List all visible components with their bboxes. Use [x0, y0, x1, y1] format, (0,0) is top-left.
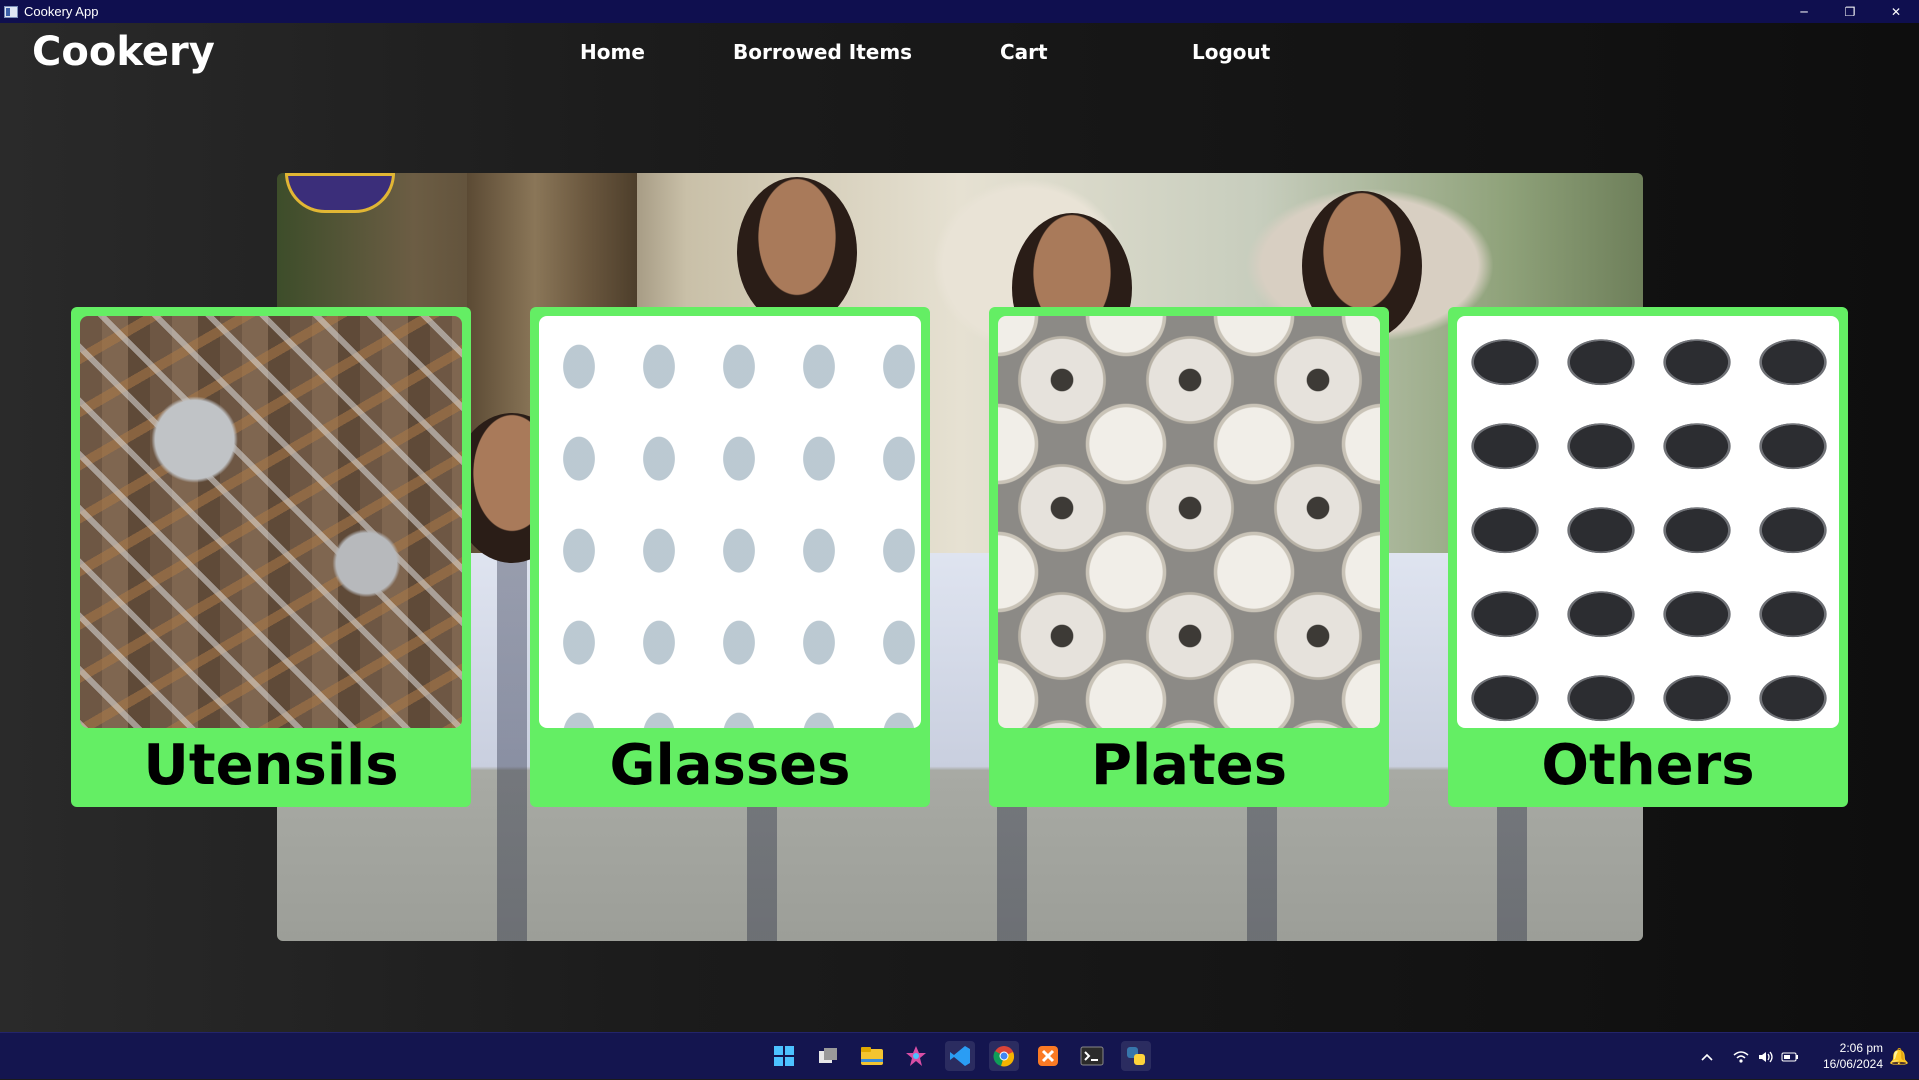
task-view-icon[interactable] — [813, 1041, 843, 1071]
category-card-plates[interactable]: Plates — [989, 307, 1389, 807]
nav-borrowed-items[interactable]: Borrowed Items — [733, 40, 912, 64]
hero-school-logo — [285, 173, 395, 213]
clock-time: 2:06 pm — [1839, 1041, 1883, 1055]
minimize-button[interactable]: ─ — [1781, 0, 1827, 23]
category-label: Plates — [1090, 733, 1288, 798]
utensils-image — [80, 316, 462, 728]
window-controls: ─ ❐ ✕ — [1781, 0, 1919, 23]
category-card-others[interactable]: Others — [1448, 307, 1848, 807]
taskbar: 2:06 pm 16/06/2024 🔔 — [0, 1032, 1919, 1079]
chrome-icon[interactable] — [989, 1041, 1019, 1071]
nav-logout[interactable]: Logout — [1192, 40, 1270, 64]
app-content: Cookery Home Borrowed Items Cart Logout … — [0, 23, 1919, 1032]
volume-icon[interactable] — [1757, 1033, 1775, 1080]
nav-home[interactable]: Home — [580, 40, 645, 64]
category-card-glasses[interactable]: Glasses — [530, 307, 930, 807]
hero-person — [737, 177, 857, 327]
notification-bell-icon[interactable]: 🔔 — [1889, 1047, 1909, 1066]
hero-chef-uniforms — [277, 553, 1643, 941]
window-titlebar: Cookery App ─ ❐ ✕ — [0, 0, 1919, 23]
system-clock[interactable]: 2:06 pm 16/06/2024 — [1823, 1040, 1883, 1072]
battery-icon[interactable] — [1781, 1033, 1799, 1080]
wifi-icon[interactable] — [1733, 1033, 1749, 1080]
show-hidden-icons-button[interactable] — [1700, 1033, 1714, 1080]
close-button[interactable]: ✕ — [1873, 0, 1919, 23]
restore-button[interactable]: ❐ — [1827, 0, 1873, 23]
category-label: Utensils — [143, 733, 399, 798]
window-title: Cookery App — [24, 4, 99, 19]
nav-cart[interactable]: Cart — [1000, 40, 1048, 64]
file-explorer-icon[interactable] — [857, 1041, 887, 1071]
glasses-image — [539, 316, 921, 728]
brand-logo: Cookery — [32, 29, 215, 75]
plates-image — [998, 316, 1380, 728]
cookware-image — [1457, 316, 1839, 728]
category-label: Others — [1541, 733, 1755, 798]
app-window-icon — [4, 5, 18, 18]
chevron-up-icon — [1701, 1053, 1713, 1061]
clock-date: 16/06/2024 — [1822, 1057, 1883, 1071]
windows-start-icon[interactable] — [769, 1041, 799, 1071]
hero-photo — [277, 173, 1643, 941]
header: Cookery Home Borrowed Items Cart Logout — [0, 23, 1919, 103]
xampp-icon[interactable] — [1033, 1041, 1063, 1071]
category-card-utensils[interactable]: Utensils — [71, 307, 471, 807]
terminal-icon[interactable] — [1077, 1041, 1107, 1071]
vscode-icon[interactable] — [945, 1041, 975, 1071]
app-icon[interactable] — [901, 1041, 931, 1071]
category-label: Glasses — [609, 733, 851, 798]
python-icon[interactable] — [1121, 1041, 1151, 1071]
